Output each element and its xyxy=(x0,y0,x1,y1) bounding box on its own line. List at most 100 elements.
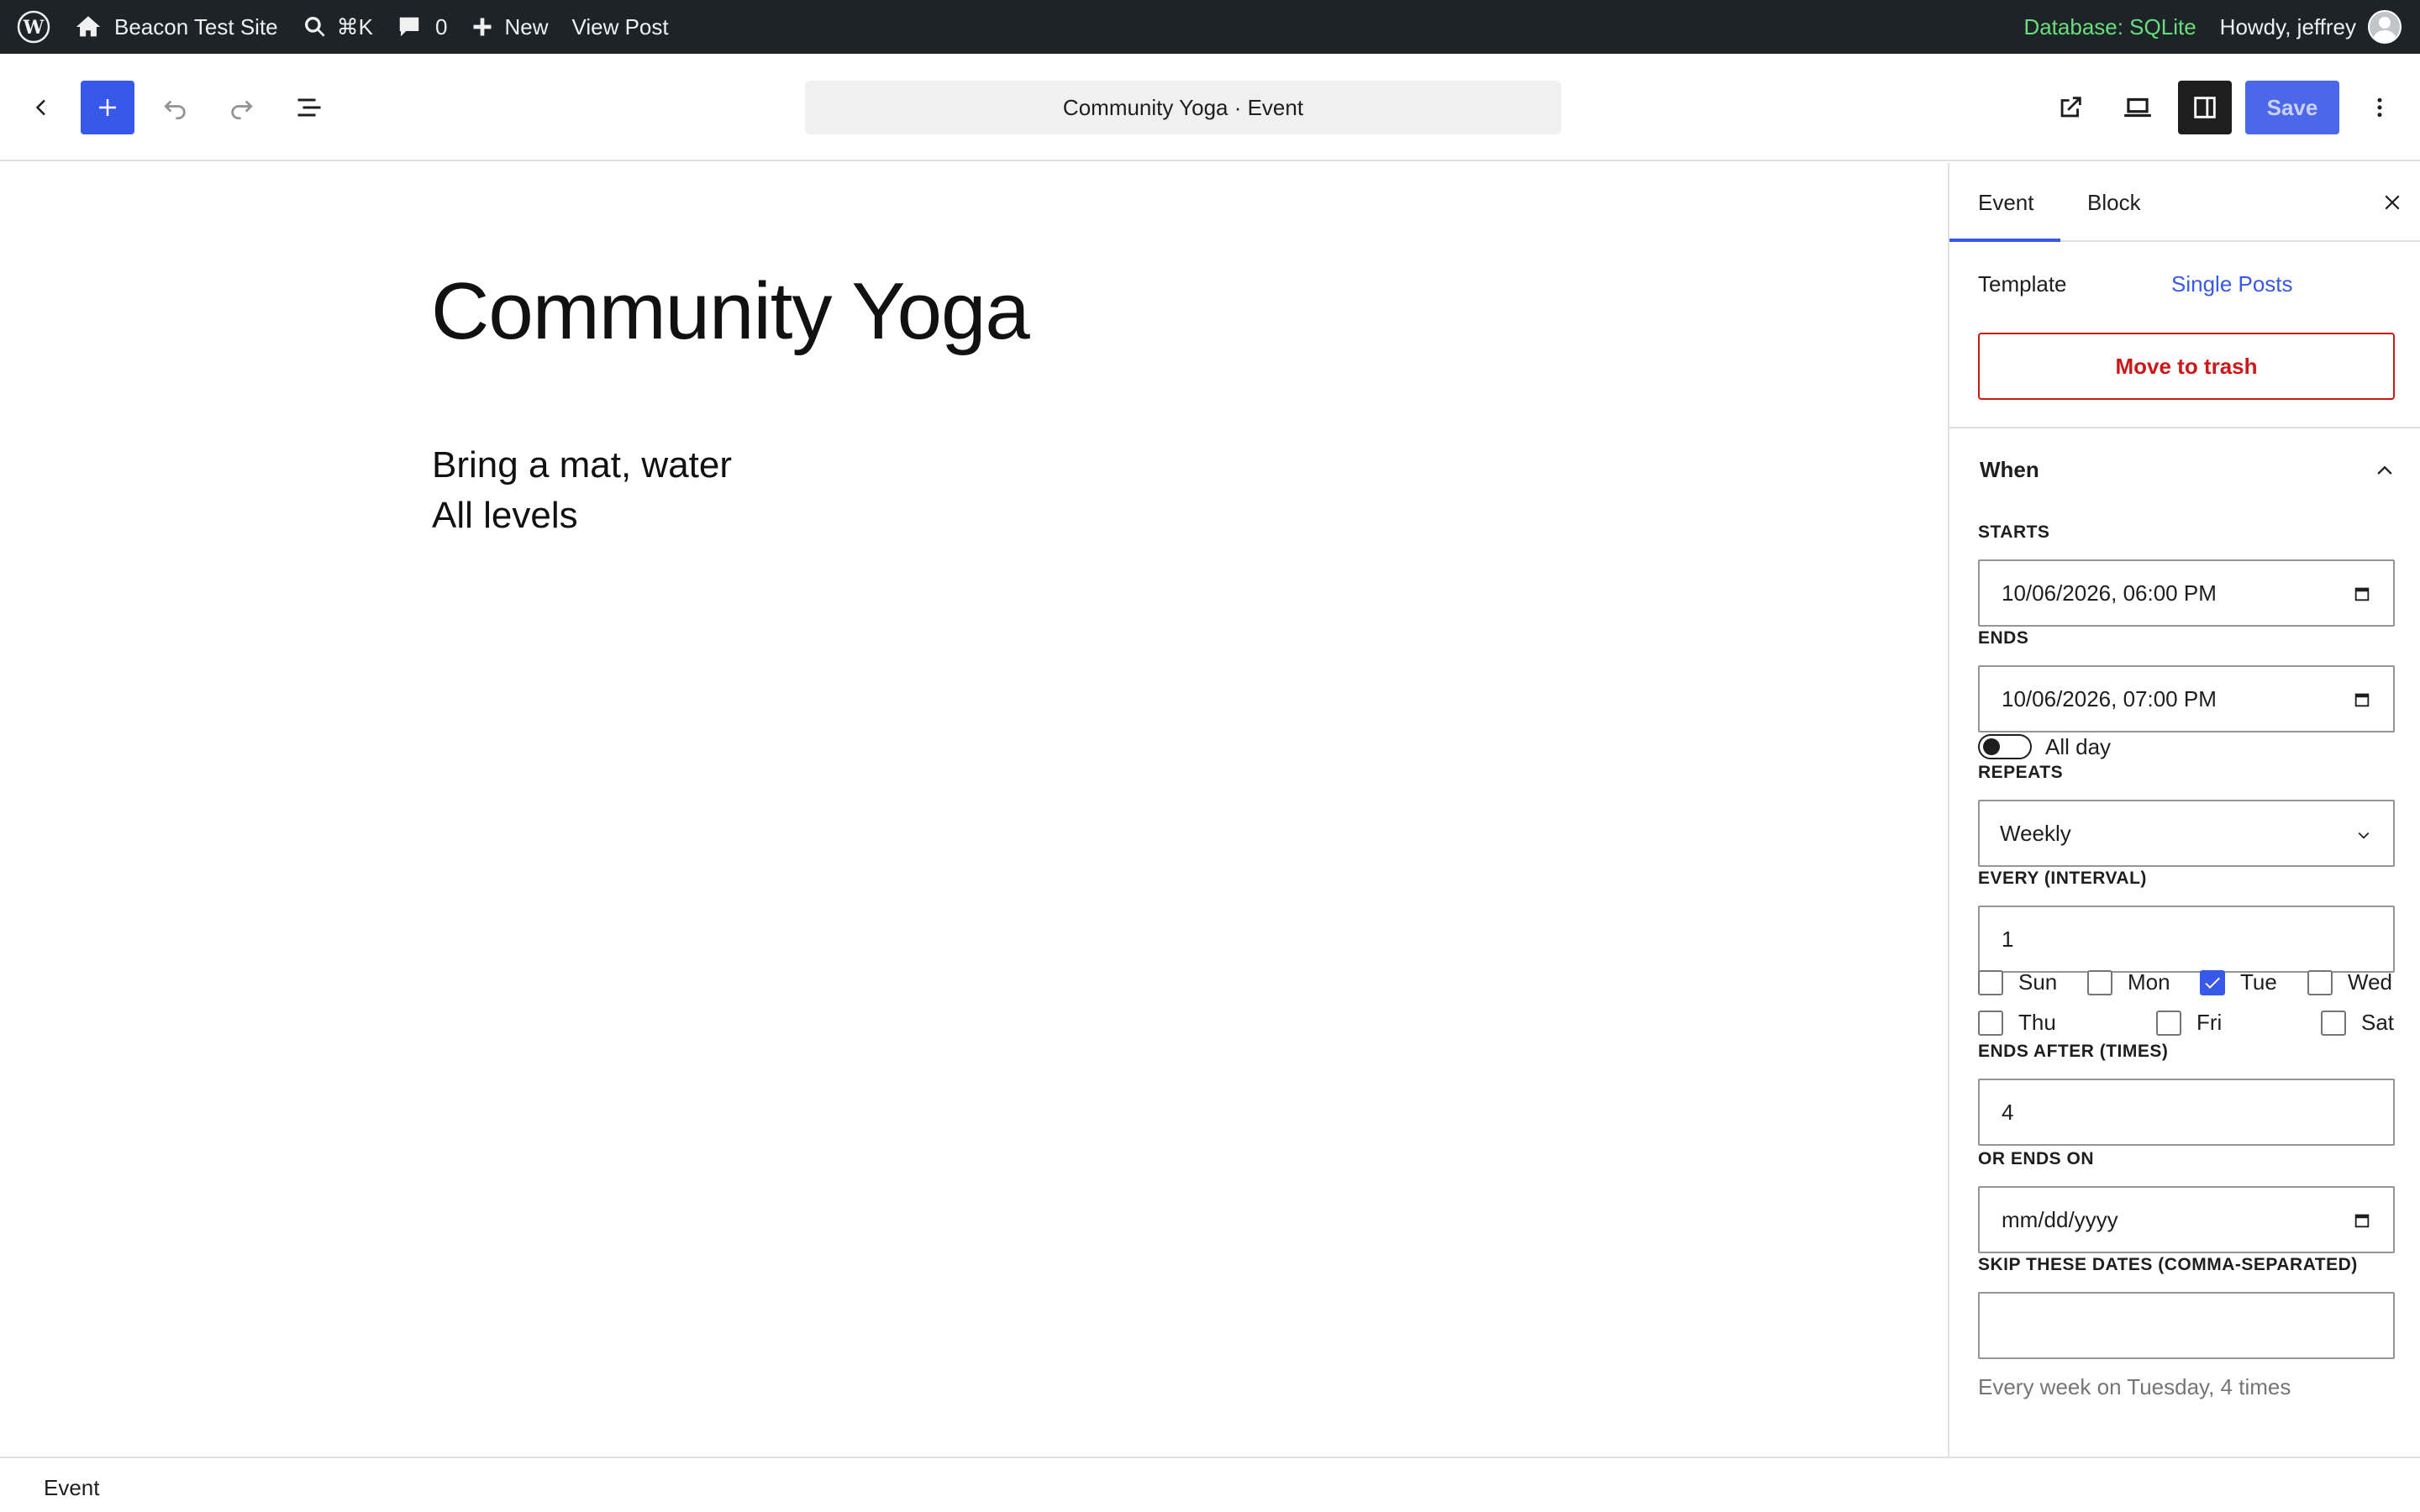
ends-after-input[interactable]: 4 xyxy=(1978,1079,2395,1146)
back-button[interactable] xyxy=(20,87,60,128)
editor-header: Community Yoga · Event Save xyxy=(0,54,2420,161)
move-to-trash-button[interactable]: Move to trash xyxy=(1978,333,2395,400)
all-day-label: All day xyxy=(2045,734,2112,759)
repeats-label: REPEATS xyxy=(1978,763,2064,782)
list-view-icon xyxy=(297,98,321,117)
checkbox[interactable] xyxy=(1978,1010,2003,1036)
day-checkbox-thu[interactable]: Thu xyxy=(1978,1010,2056,1036)
wordpress-logo-icon[interactable]: W xyxy=(5,0,62,54)
svg-text:W: W xyxy=(23,17,45,39)
day-checkbox-tue[interactable]: Tue xyxy=(2200,969,2277,995)
toggle-knob xyxy=(1983,738,2000,755)
template-link[interactable]: Single Posts xyxy=(2171,271,2293,297)
when-panel-toggle[interactable] xyxy=(2370,455,2400,486)
document-overview-button[interactable] xyxy=(289,87,329,128)
paragraph-line: All levels xyxy=(432,495,578,536)
template-label: Template xyxy=(1978,270,2067,297)
interval-value: 1 xyxy=(2002,926,2014,952)
greeting: Howdy, jeffrey xyxy=(2219,13,2356,39)
ends-on-date-input[interactable]: mm/dd/yyyy xyxy=(1978,1186,2395,1253)
tab-event[interactable]: Event xyxy=(1978,163,2034,242)
checkbox[interactable] xyxy=(2087,969,2112,995)
day-checkbox-wed[interactable]: Wed xyxy=(2307,969,2392,995)
day-label: Tue xyxy=(2240,969,2277,995)
paragraph-line: Bring a mat, water xyxy=(432,444,733,486)
external-link-icon xyxy=(2060,97,2081,118)
comment-icon xyxy=(399,17,419,37)
sidebar-tabs: Event Block xyxy=(1949,163,2420,242)
database-indicator: Database: SQLite xyxy=(2012,0,2207,54)
calendar-icon[interactable] xyxy=(2353,1211,2371,1230)
post-content[interactable]: Bring a mat, water All levels xyxy=(432,440,732,541)
day-label: Mon xyxy=(2128,969,2170,995)
when-panel-title[interactable]: When xyxy=(1980,457,2039,483)
skip-dates-label: SKIP THESE DATES (COMMA-SEPARATED) xyxy=(1978,1255,2358,1274)
checkbox-checked[interactable] xyxy=(2200,969,2225,995)
checkbox[interactable] xyxy=(1978,969,2003,995)
command-palette-button[interactable]: ⌘K xyxy=(290,0,385,54)
desktop-icon xyxy=(2124,97,2151,118)
redo-button[interactable] xyxy=(222,87,262,128)
redo-icon xyxy=(231,100,253,120)
interval-input[interactable]: 1 xyxy=(1978,906,2395,973)
all-day-toggle[interactable] xyxy=(1978,734,2032,759)
close-sidebar-button[interactable] xyxy=(2378,188,2407,217)
post-title[interactable]: Community Yoga xyxy=(431,265,1030,358)
view-post-label: View Post xyxy=(571,13,669,39)
recurrence-summary: Every week on Tuesday, 4 times xyxy=(1978,1374,2291,1399)
repeats-select[interactable]: Weekly xyxy=(1978,800,2395,867)
day-checkbox-mon[interactable]: Mon xyxy=(2087,969,2170,995)
home-icon xyxy=(76,16,101,37)
day-checkbox-fri[interactable]: Fri xyxy=(2156,1010,2222,1036)
ends-on-placeholder: mm/dd/yyyy xyxy=(2002,1206,2118,1232)
tab-block[interactable]: Block xyxy=(2087,163,2141,242)
active-tab-indicator xyxy=(1949,239,2060,242)
chevron-down-icon xyxy=(2358,832,2370,839)
day-checkbox-sat[interactable]: Sat xyxy=(2321,1010,2394,1036)
ends-after-label: ENDS AFTER (TIMES) xyxy=(1978,1042,2169,1061)
day-label: Sun xyxy=(2018,969,2058,995)
admin-bar: W Beacon Test Site ⌘K 0 New View Post Da… xyxy=(0,0,2420,54)
database-label: Database: SQLite xyxy=(2023,13,2196,39)
calendar-icon[interactable] xyxy=(2353,690,2371,709)
sidebar-icon xyxy=(2194,97,2216,118)
plus-icon xyxy=(99,99,116,116)
trash-label: Move to trash xyxy=(2115,353,2258,379)
more-vertical-icon xyxy=(2377,97,2382,118)
ends-on-label: OR ENDS ON xyxy=(1978,1149,2095,1168)
breadcrumb[interactable]: Event xyxy=(44,1475,100,1501)
view-post-link[interactable]: View Post xyxy=(560,0,680,54)
calendar-icon[interactable] xyxy=(2353,585,2371,603)
device-preview-button[interactable] xyxy=(2118,87,2158,128)
starts-datetime-input[interactable]: 10/06/2026, 06:00 PM xyxy=(1978,559,2395,627)
ends-label: ENDS xyxy=(1978,628,2029,648)
settings-sidebar-toggle[interactable] xyxy=(2178,81,2232,134)
chevron-up-icon xyxy=(2377,465,2392,475)
new-content-link[interactable]: New xyxy=(459,0,560,54)
interval-label: EVERY (INTERVAL) xyxy=(1978,869,2147,888)
starts-value: 10/06/2026, 06:00 PM xyxy=(2002,580,2217,606)
options-menu-button[interactable] xyxy=(2360,87,2400,128)
save-button[interactable]: Save xyxy=(2245,81,2339,134)
document-title: Community Yoga · Event xyxy=(1062,94,1304,120)
ends-datetime-input[interactable]: 10/06/2026, 07:00 PM xyxy=(1978,665,2395,732)
checkbox[interactable] xyxy=(2307,969,2333,995)
block-inserter-button[interactable] xyxy=(81,81,134,134)
ends-after-value: 4 xyxy=(2002,1099,2014,1125)
divider xyxy=(1949,427,2420,428)
document-title-bar[interactable]: Community Yoga · Event xyxy=(805,81,1561,134)
undo-icon xyxy=(164,100,186,120)
checkmark-icon xyxy=(2205,977,2220,989)
editor-footer: Event xyxy=(0,1457,2420,1512)
my-account-link[interactable]: Howdy, jeffrey xyxy=(2208,0,2413,54)
skip-dates-input[interactable] xyxy=(1978,1292,2395,1359)
checkbox[interactable] xyxy=(2156,1010,2181,1036)
day-checkbox-sun[interactable]: Sun xyxy=(1978,969,2057,995)
site-name-link[interactable]: Beacon Test Site xyxy=(62,0,290,54)
day-label: Fri xyxy=(2196,1010,2223,1035)
undo-button[interactable] xyxy=(155,87,195,128)
view-post-button[interactable] xyxy=(2050,87,2091,128)
checkbox[interactable] xyxy=(2321,1010,2346,1036)
comments-link[interactable]: 0 xyxy=(385,0,459,54)
settings-sidebar: Event Block Template Single Posts Move t… xyxy=(1948,163,2420,1457)
